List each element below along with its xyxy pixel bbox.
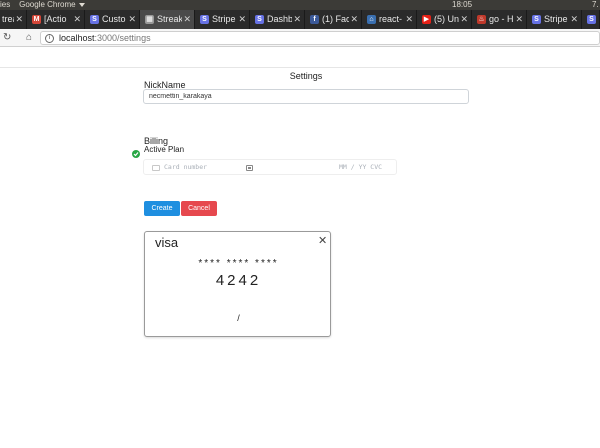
tab-8[interactable]: ⌂ react- ✕: [362, 10, 417, 29]
os-clock: 18:05: [452, 0, 473, 9]
check-icon: [132, 150, 140, 158]
card-number-placeholder[interactable]: Card number: [164, 163, 207, 171]
tab-favicon-icon: S: [200, 15, 209, 24]
address-bar-row: ↻ ⌂ i localhost:3000/settings: [0, 29, 600, 47]
tab-9[interactable]: ▶ (5) Un ✕: [417, 10, 472, 29]
tab-6[interactable]: S Dashb ✕: [250, 10, 305, 29]
tab-label: Streak: [157, 14, 182, 24]
tab-favicon-icon: S: [532, 15, 541, 24]
tab-label: Stripe: [212, 14, 236, 24]
tab-5[interactable]: S Stripe ✕: [195, 10, 250, 29]
tab-10[interactable]: ♨ go - H ✕: [472, 10, 527, 29]
tab-close-icon[interactable]: ✕: [73, 10, 81, 29]
url-text: localhost:3000/settings: [59, 33, 151, 43]
tab-favicon-icon: ▦: [145, 15, 154, 24]
tab-close-icon[interactable]: ✕: [515, 10, 523, 29]
active-plan-label: Active Plan: [144, 145, 185, 154]
tab-close-icon[interactable]: ✕: [570, 10, 578, 29]
card-element[interactable]: Card number MM / YY CVC: [143, 159, 397, 175]
tab-favicon-icon: ▶: [422, 15, 431, 24]
tab-favicon-icon: S: [587, 15, 596, 24]
tab-favicon-icon: M: [32, 15, 41, 24]
tab-close-icon[interactable]: ✕: [460, 10, 468, 29]
tab-2[interactable]: M [Actio ✕: [27, 10, 85, 29]
create-button[interactable]: Create: [144, 201, 180, 216]
info-icon[interactable]: i: [45, 34, 54, 43]
tab-7[interactable]: f (1) Fac ✕: [305, 10, 362, 29]
card-masked-digits: **** **** ****: [198, 258, 279, 269]
os-app-menu[interactable]: ies Google Chrome: [0, 0, 85, 10]
tab-label: go - H: [489, 14, 514, 24]
tab-3[interactable]: S Custo ✕: [85, 10, 140, 29]
tab-4[interactable]: ▦ Streak ✕: [140, 10, 195, 29]
tab-label: Custo: [102, 14, 126, 24]
card-last4: 4242: [215, 272, 262, 289]
tab-close-icon[interactable]: ✕: [183, 10, 191, 29]
tab-label: [Actio: [44, 14, 67, 24]
header-divider: [0, 67, 600, 68]
os-top-bar: ies Google Chrome 18:05 7.: [0, 0, 600, 10]
tab-favicon-icon: ⌂: [367, 15, 376, 24]
tab-strip: treak✕M[Actio✕SCusto✕▦Streak✕SStripe✕SDa…: [0, 10, 600, 29]
tab-label: Stripe: [544, 14, 568, 24]
reload-icon[interactable]: ↻: [3, 32, 11, 44]
card-brand: visa: [155, 235, 179, 250]
credit-card-icon: [152, 165, 160, 171]
tab-11[interactable]: S Stripe ✕: [527, 10, 582, 29]
page-title: Settings: [289, 71, 323, 81]
close-icon[interactable]: ✕: [318, 234, 327, 247]
tab-label: Dashb: [267, 14, 292, 24]
tab-favicon-icon: S: [90, 15, 99, 24]
settings-page: Settings NickName Billing Active Plan Ca…: [0, 47, 600, 448]
tab-favicon-icon: f: [310, 15, 319, 24]
expiry-cvc-placeholder[interactable]: MM / YY CVC: [339, 163, 382, 171]
nickname-input[interactable]: [143, 89, 469, 104]
tab-close-icon[interactable]: ✕: [350, 10, 358, 29]
tab-label: (5) Un: [434, 14, 459, 24]
tab-favicon-icon: S: [255, 15, 264, 24]
home-icon[interactable]: ⌂: [26, 32, 32, 44]
tab-close-icon[interactable]: ✕: [15, 10, 23, 29]
cancel-button[interactable]: Cancel: [181, 201, 217, 216]
os-indicator: 7.: [592, 0, 599, 9]
address-input[interactable]: i localhost:3000/settings: [40, 31, 600, 45]
chevron-down-icon: [78, 2, 85, 7]
tab-close-icon[interactable]: ✕: [128, 10, 136, 29]
tab-label: react-: [379, 14, 403, 24]
tab-close-icon[interactable]: ✕: [238, 10, 246, 29]
tab-favicon-icon: ♨: [477, 15, 486, 24]
card-expiry: /: [237, 313, 240, 323]
card-brand-icon: [246, 165, 253, 171]
tab-label: (1) Fac: [322, 14, 349, 24]
saved-card: visa ✕ **** **** **** 4242 /: [144, 231, 331, 337]
tab-label: treak: [2, 14, 14, 24]
app-name: Google Chrome: [19, 0, 76, 9]
tab-12[interactable]: Sx: [582, 10, 600, 29]
tab-1[interactable]: treak✕: [0, 10, 27, 29]
tab-close-icon[interactable]: ✕: [293, 10, 301, 29]
tab-close-icon[interactable]: ✕: [405, 10, 413, 29]
